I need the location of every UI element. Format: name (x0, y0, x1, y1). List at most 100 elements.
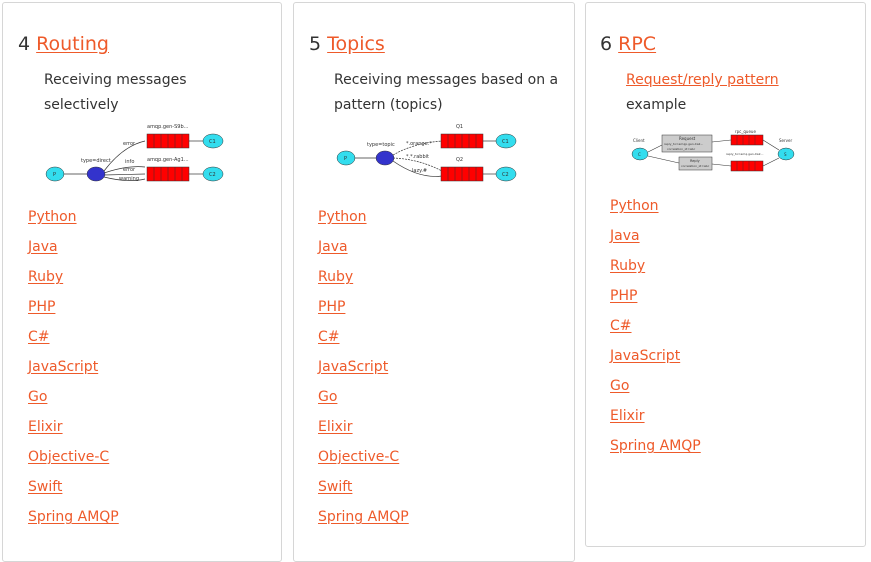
producer-label: P (344, 156, 347, 162)
language-link-python[interactable]: Python (610, 198, 659, 214)
list-item: Spring AMQP (318, 508, 409, 538)
routing-title-link[interactable]: Routing (36, 33, 109, 55)
language-list: Python Java Ruby PHP C# JavaScript Go El… (318, 208, 409, 538)
card-title: 5 Topics (309, 33, 385, 55)
list-item: Java (318, 238, 409, 268)
reply-queue-label: reply_to=amq.gen-Xa2... (726, 152, 763, 156)
language-link-php[interactable]: PHP (610, 288, 637, 304)
request-box-title: Request (679, 136, 696, 141)
list-item: Elixir (318, 418, 409, 448)
list-item: Ruby (610, 257, 701, 287)
language-link-ruby[interactable]: Ruby (610, 258, 645, 274)
language-link-elixir[interactable]: Elixir (318, 419, 353, 435)
list-item: C# (610, 317, 701, 347)
list-item: Go (28, 388, 119, 418)
list-item: Ruby (318, 268, 409, 298)
queue-bottom-label: Q2 (456, 157, 463, 163)
list-item: PHP (318, 298, 409, 328)
list-item: Python (28, 208, 119, 238)
list-item: Swift (318, 478, 409, 508)
list-item: Objective-C (28, 448, 119, 478)
request-reply-pattern-link[interactable]: Request/reply pattern (626, 72, 779, 88)
language-link-csharp[interactable]: C# (28, 329, 50, 345)
list-item: Go (610, 377, 701, 407)
language-link-csharp[interactable]: C# (610, 318, 632, 334)
tutorial-number: 5 (309, 33, 322, 55)
list-item: Python (610, 197, 701, 227)
exchange-node (86, 166, 106, 182)
language-link-csharp[interactable]: C# (318, 329, 340, 345)
exchange-node (375, 150, 395, 166)
binding-label-lazy: lazy.# (412, 168, 427, 174)
language-link-go[interactable]: Go (28, 389, 47, 405)
card-title: 6 RPC (600, 33, 656, 55)
language-link-ruby[interactable]: Ruby (28, 269, 63, 285)
list-item: C# (28, 328, 119, 358)
consumer-top-label: C1 (209, 139, 216, 145)
language-link-spring-amqp[interactable]: Spring AMQP (28, 509, 119, 525)
card-title: 4 Routing (18, 33, 109, 55)
binding-label-error: error (123, 167, 136, 173)
description-rest: example (626, 97, 687, 113)
language-link-spring-amqp[interactable]: Spring AMQP (318, 509, 409, 525)
list-item: JavaScript (610, 347, 701, 377)
binding-label-orange: *.orange.* (406, 141, 432, 147)
card-description: Request/reply pattern example (626, 68, 846, 118)
rpc-diagram: Client C Request reply_to=amqp.gen-Xa2..… (631, 130, 795, 172)
language-link-php[interactable]: PHP (28, 299, 55, 315)
language-link-java[interactable]: Java (318, 239, 348, 255)
language-link-objective-c[interactable]: Objective-C (318, 449, 399, 465)
reply-box-title: Reply (690, 159, 700, 163)
reply-box-correlation: correlation_id=abc (681, 164, 710, 168)
language-link-elixir[interactable]: Elixir (610, 408, 645, 424)
tutorial-card-rpc: 6 RPC Request/reply pattern example Clie… (585, 2, 866, 547)
language-list: Python Java Ruby PHP C# JavaScript Go El… (28, 208, 119, 538)
tutorial-card-topics: 5 Topics Receiving messages based on a p… (293, 2, 575, 562)
list-item: Java (28, 238, 119, 268)
consumer-top-label: C1 (502, 139, 509, 145)
request-box-reply-to: reply_to=amqp.gen-Xa2... (664, 142, 703, 146)
consumer-bottom-label: C2 (209, 172, 216, 178)
topics-title-link[interactable]: Topics (327, 33, 385, 55)
language-link-objective-c[interactable]: Objective-C (28, 449, 109, 465)
queue-top-label: amqp.gen-S9b... (147, 124, 189, 130)
list-item: Spring AMQP (610, 437, 701, 467)
tutorial-number: 6 (600, 33, 613, 55)
server-label: Server (779, 138, 792, 143)
tutorial-card-routing: 4 Routing Receiving messages selectively… (2, 2, 282, 562)
language-link-java[interactable]: Java (28, 239, 58, 255)
client-label: Client (633, 138, 645, 143)
language-link-javascript[interactable]: JavaScript (318, 359, 388, 375)
language-link-elixir[interactable]: Elixir (28, 419, 63, 435)
tutorial-number: 4 (18, 33, 31, 55)
list-item: JavaScript (28, 358, 119, 388)
language-link-spring-amqp[interactable]: Spring AMQP (610, 438, 701, 454)
card-description: Receiving messages selectively (44, 72, 187, 113)
list-item: Java (610, 227, 701, 257)
queue-bottom-label: amqp.gen-Ag1... (147, 157, 189, 163)
language-link-go[interactable]: Go (610, 378, 629, 394)
binding-label-warning: warning (119, 176, 139, 182)
language-link-javascript[interactable]: JavaScript (28, 359, 98, 375)
language-link-php[interactable]: PHP (318, 299, 345, 315)
consumer-bottom-label: C2 (502, 172, 509, 178)
exchange-label: type=topic (367, 142, 395, 148)
rpc-title-link[interactable]: RPC (618, 33, 656, 55)
list-item: Spring AMQP (28, 508, 119, 538)
language-link-java[interactable]: Java (610, 228, 640, 244)
reply-queue (730, 160, 764, 172)
card-description: Receiving messages based on a pattern (t… (334, 72, 559, 113)
language-link-ruby[interactable]: Ruby (318, 269, 353, 285)
language-link-python[interactable]: Python (28, 209, 77, 225)
binding-label-top: error (123, 141, 136, 147)
language-link-python[interactable]: Python (318, 209, 367, 225)
list-item: JavaScript (318, 358, 409, 388)
list-item: Python (318, 208, 409, 238)
language-link-swift[interactable]: Swift (318, 479, 352, 495)
client-node-label: C (638, 152, 641, 157)
list-item: Swift (28, 478, 119, 508)
language-link-swift[interactable]: Swift (28, 479, 62, 495)
language-link-javascript[interactable]: JavaScript (610, 348, 680, 364)
topics-diagram: P type=topic *.orange.* *.*.rabbit lazy.… (336, 124, 517, 182)
language-link-go[interactable]: Go (318, 389, 337, 405)
